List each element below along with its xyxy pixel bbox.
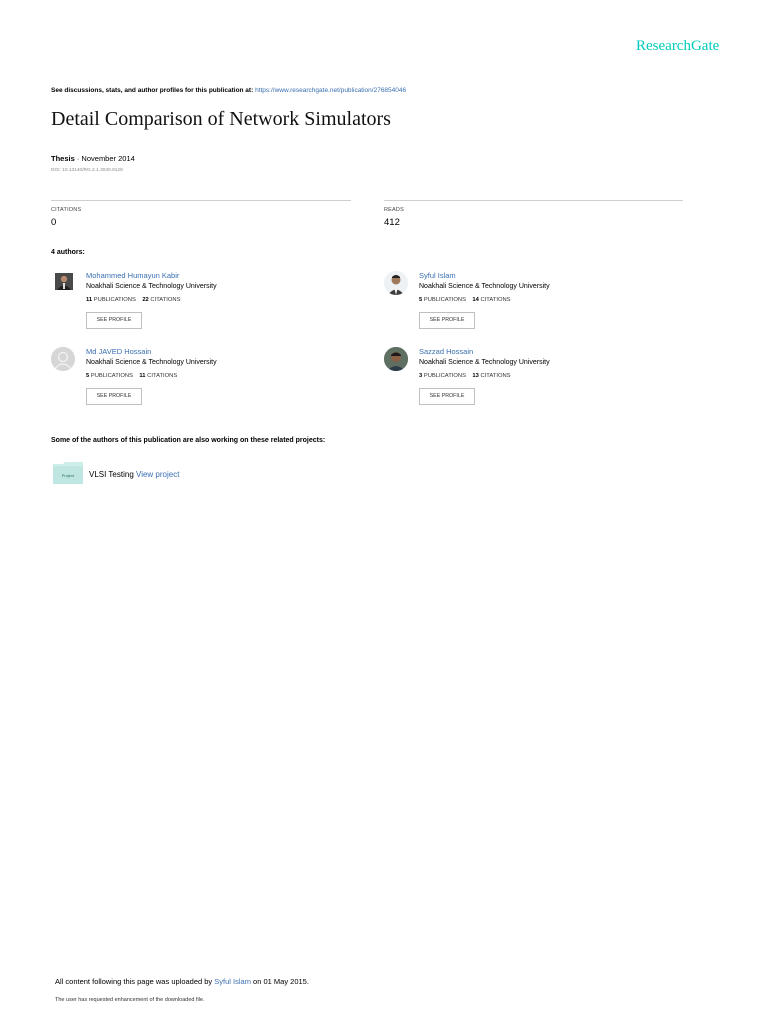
- author-name-link[interactable]: Sazzad Hossain: [419, 347, 473, 356]
- author-stats: 11 PUBLICATIONS 22 CITATIONS: [86, 297, 180, 303]
- see-profile-button[interactable]: SEE PROFILE: [86, 312, 142, 329]
- author-stats: 5 PUBLICATIONS 14 CITATIONS: [419, 297, 511, 303]
- author-citations-label: CITATIONS: [150, 297, 181, 303]
- publication-title: Detail Comparison of Network Simulators: [51, 108, 391, 130]
- author-publications-count: 5: [419, 297, 423, 303]
- author-citations-count: 22: [142, 297, 149, 303]
- project-folder-icon[interactable]: Project: [53, 462, 83, 484]
- folder-icon: Project: [53, 462, 83, 484]
- author-card: Sazzad Hossain Noakhali Science & Techno…: [384, 347, 684, 417]
- project-thumb-label: Project: [62, 473, 75, 478]
- reads-divider: [384, 200, 683, 201]
- uploader-link[interactable]: Syful Islam: [214, 977, 251, 986]
- author-publications-label: PUBLICATIONS: [90, 373, 133, 379]
- author-card: Mohammed Humayun Kabir Noakhali Science …: [51, 271, 351, 341]
- author-photo-icon: [384, 271, 408, 295]
- avatar[interactable]: [55, 273, 73, 290]
- upload-prefix: All content following this page was uplo…: [55, 977, 215, 986]
- author-publications-count: 3: [419, 373, 423, 379]
- author-card: Md JAVED Hossain Noakhali Science & Tech…: [51, 347, 351, 417]
- author-citations-count: 14: [472, 297, 479, 303]
- upload-notice: All content following this page was uplo…: [55, 977, 309, 986]
- author-citations-count: 13: [472, 373, 479, 379]
- see-profile-button[interactable]: SEE PROFILE: [419, 388, 475, 405]
- author-stats: 5 PUBLICATIONS 11 CITATIONS: [86, 373, 177, 379]
- publication-date: · November 2014: [74, 154, 135, 163]
- author-citations-label: CITATIONS: [480, 373, 511, 379]
- publication-type: Thesis: [51, 154, 75, 163]
- researchgate-logo[interactable]: ResearchGate: [636, 38, 719, 55]
- author-institution: Noakhali Science & Technology University: [86, 359, 217, 366]
- citations-value: 0: [51, 217, 57, 228]
- reads-label: READS: [384, 207, 404, 213]
- publication-doi: DOI: 10.13140/RG.2.1.3040.9128: [51, 168, 123, 173]
- author-citations-label: CITATIONS: [480, 297, 511, 303]
- author-citations-label: CITATIONS: [147, 373, 178, 379]
- author-institution: Noakhali Science & Technology University: [419, 359, 550, 366]
- avatar[interactable]: [51, 347, 75, 371]
- reads-value: 412: [384, 217, 400, 228]
- author-institution: Noakhali Science & Technology University: [419, 283, 550, 290]
- project-name: VLSI Testing: [89, 470, 134, 479]
- see-profile-button[interactable]: SEE PROFILE: [419, 312, 475, 329]
- upload-suffix: on 01 May 2015.: [250, 977, 309, 986]
- enhancement-note: The user has requested enhancement of th…: [55, 997, 205, 1003]
- citations-label: CITATIONS: [51, 207, 82, 213]
- discussion-prefix: See discussions, stats, and author profi…: [51, 87, 254, 94]
- project-line: VLSI Testing View project: [89, 470, 179, 479]
- publication-url-link[interactable]: https://www.researchgate.net/publication…: [255, 87, 406, 94]
- author-card: Syful Islam Noakhali Science & Technolog…: [384, 271, 684, 341]
- author-name-link[interactable]: Md JAVED Hossain: [86, 347, 151, 356]
- author-institution: Noakhali Science & Technology University: [86, 283, 217, 290]
- author-name-link[interactable]: Mohammed Humayun Kabir: [86, 271, 179, 280]
- author-citations-count: 11: [139, 373, 146, 379]
- discussion-line: See discussions, stats, and author profi…: [51, 87, 406, 94]
- author-publications-label: PUBLICATIONS: [423, 297, 466, 303]
- related-projects-heading: Some of the authors of this publication …: [51, 437, 326, 444]
- author-publications-label: PUBLICATIONS: [93, 297, 136, 303]
- author-photo-icon: [384, 347, 408, 371]
- author-name-link[interactable]: Syful Islam: [419, 271, 456, 280]
- avatar[interactable]: [384, 347, 408, 371]
- author-stats: 3 PUBLICATIONS 13 CITATIONS: [419, 373, 511, 379]
- see-profile-button[interactable]: SEE PROFILE: [86, 388, 142, 405]
- author-publications-label: PUBLICATIONS: [423, 373, 466, 379]
- publication-meta: Thesis · November 2014: [51, 154, 135, 163]
- author-publications-count: 11: [86, 297, 93, 303]
- authors-heading: 4 authors:: [51, 249, 85, 256]
- default-avatar-icon: [51, 347, 75, 371]
- author-publications-count: 5: [86, 373, 90, 379]
- avatar[interactable]: [384, 271, 408, 295]
- citations-divider: [51, 200, 351, 201]
- view-project-link[interactable]: View project: [136, 470, 179, 479]
- author-photo-icon: [55, 273, 73, 290]
